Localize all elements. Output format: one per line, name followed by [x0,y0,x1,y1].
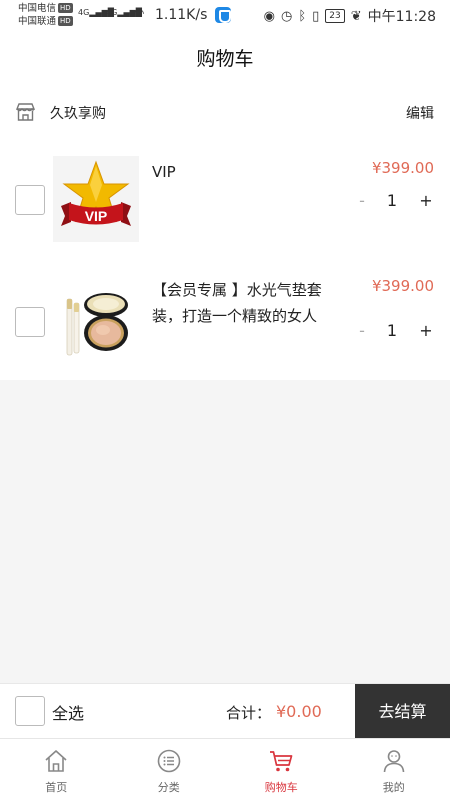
tab-profile[interactable]: 我的 [338,739,450,800]
tab-label: 分类 [157,781,180,794]
network-speed: 1.11K/s [155,7,208,23]
wifi-icon: ◠ [134,6,145,20]
product-image-cushion [53,279,139,365]
quantity-stepper: - 1 + [354,321,434,343]
increase-button[interactable]: + [418,191,434,210]
edit-button[interactable]: 编辑 [406,103,434,123]
carrier-info: 中国电信 HD 中国联通 HD [18,2,73,28]
increase-button[interactable]: + [418,321,434,340]
user-icon [383,750,405,773]
decrease-button[interactable]: - [354,321,370,340]
quantity-value: 1 [386,321,398,340]
network-type: 4G [78,8,90,17]
item-title[interactable]: 【会员专属 】水光气垫套装，打造一个精致的女人 [152,277,342,329]
security-app-icon [215,7,231,23]
clock: 中午11:28 [367,9,436,25]
shop-row: 久玖享购 编辑 [0,87,450,139]
home-icon [45,750,67,772]
vibrate-icon: ▯ [312,8,320,24]
quantity-stepper: - 1 + [354,191,434,213]
status-icons: ◉ ◷ ᛒ ▯ 23 ❦ 中午11:28 [264,6,436,26]
battery-icon: 23 [325,9,345,23]
item-price: ¥399.00 [371,277,434,295]
decrease-button[interactable]: - [354,191,370,210]
hd-badge: HD [58,3,73,13]
total-label: 合计： [226,704,272,722]
leaf-icon: ❦ [350,8,362,24]
bottom-tab-bar: 首页 分类 购物车 我的 [0,738,450,800]
list-icon [157,749,181,773]
page-header: 购物车 [0,32,450,87]
carrier-2: 中国联通 [18,16,57,27]
eye-icon: ◉ [263,8,275,24]
tab-category[interactable]: 分类 [113,739,226,800]
page-title: 购物车 [196,48,254,70]
cart-icon [270,751,293,772]
hd-badge: HD [58,16,73,26]
tab-label: 购物车 [264,781,298,794]
item-checkbox[interactable] [15,185,45,215]
quantity-value: 1 [386,191,398,210]
status-bar: 中国电信 HD 中国联通 HD 4G▂▄▆█ 4G▂▄▆█ ◠ 1.11K/s ◉ … [0,0,450,32]
store-icon [15,103,36,121]
item-price: ¥399.00 [371,159,434,177]
select-all-checkbox[interactable] [15,696,45,726]
bluetooth-icon: ᛒ [298,8,307,24]
carrier-1: 中国电信 [18,3,57,14]
item-checkbox[interactable] [15,307,45,337]
tab-cart[interactable]: 购物车 [225,739,338,800]
vip-badge-text: VIP [85,208,108,224]
checkout-button[interactable]: 去结算 [355,684,450,739]
select-all-label[interactable]: 全选 [52,700,84,724]
tab-home[interactable]: 首页 [0,739,113,800]
total-amount: ¥0.00 [276,702,322,721]
tab-label: 首页 [45,781,68,794]
checkout-bar: 全选 合计： ¥0.00 去结算 [0,683,450,739]
product-image-vip: VIP [53,156,139,242]
item-title[interactable]: VIP [152,159,342,185]
cart-panel: 久玖享购 编辑 VIP VIP ¥399.00 - 1 + 【会员专属 】水光气… [0,87,450,380]
cart-item: 【会员专属 】水光气垫套装，打造一个精致的女人 ¥399.00 - 1 + [0,277,450,399]
alarm-icon: ◷ [280,8,293,24]
shop-name: 久玖享购 [50,106,106,122]
cart-item: VIP VIP ¥399.00 - 1 + [0,149,450,269]
tab-label: 我的 [382,781,405,794]
network-type: 4G [106,8,118,17]
